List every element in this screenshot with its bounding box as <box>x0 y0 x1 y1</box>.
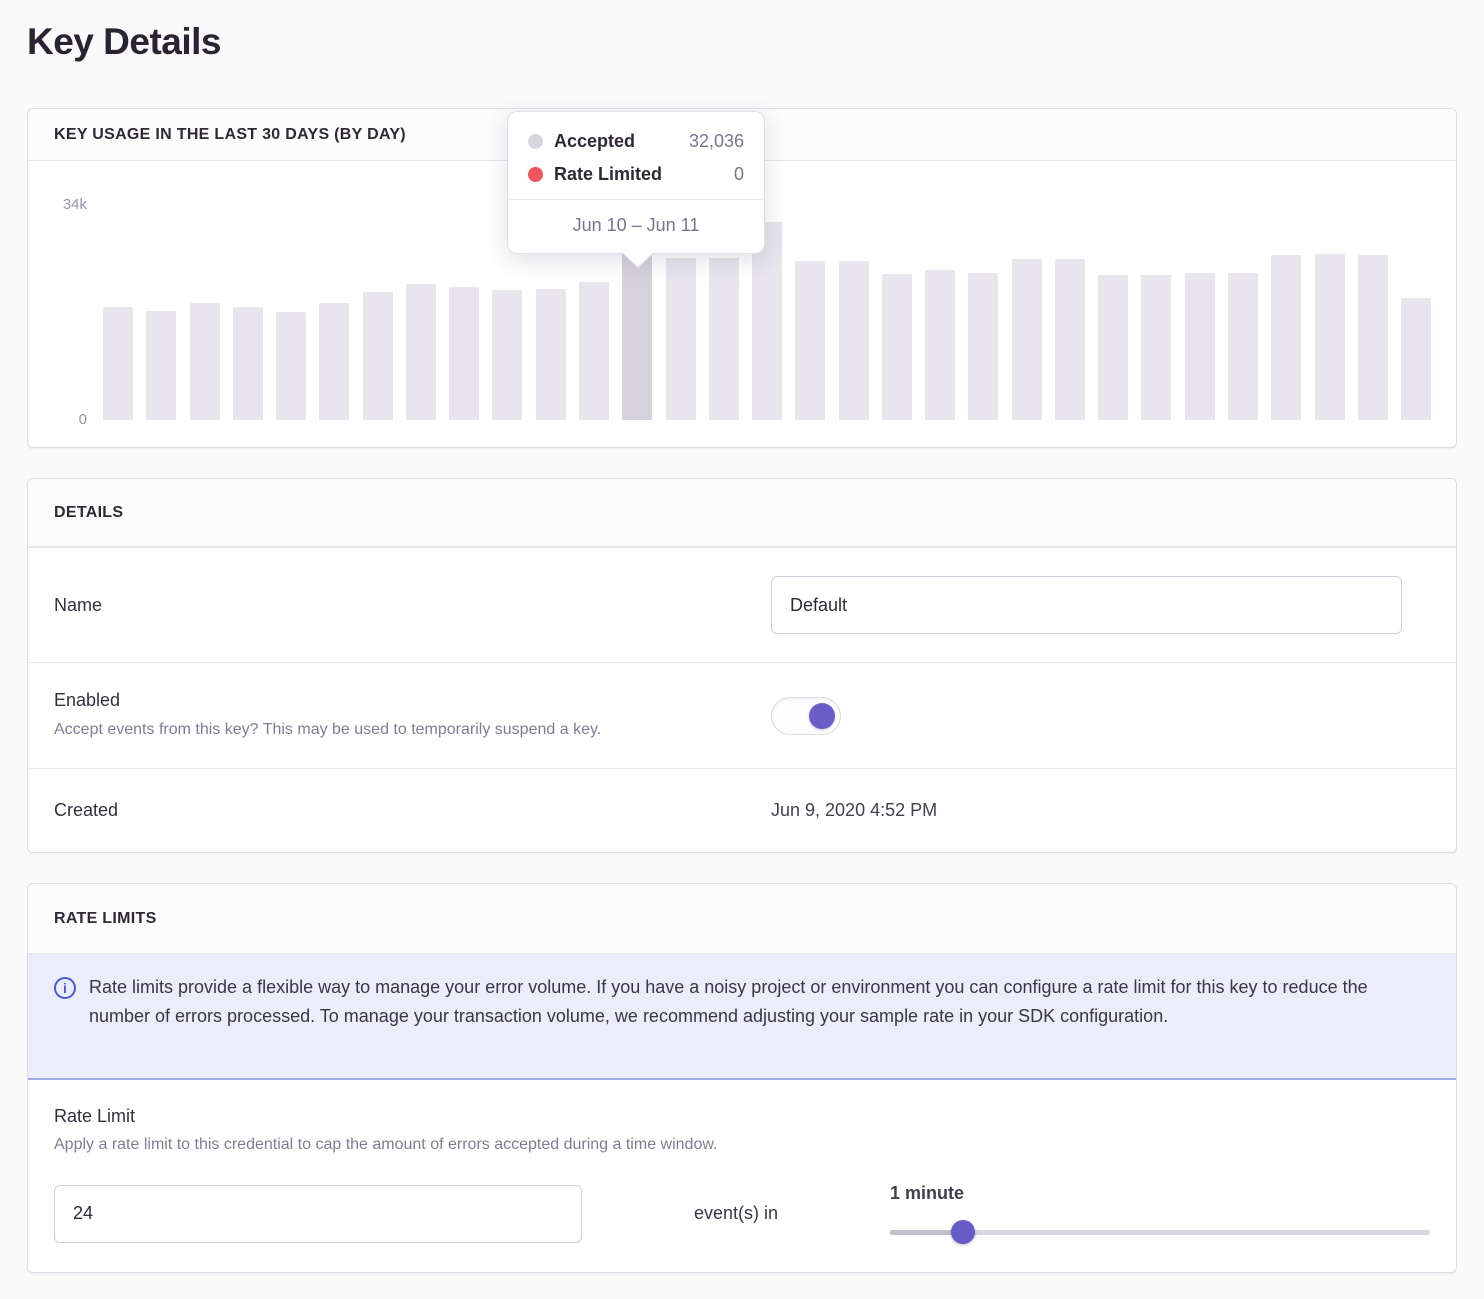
slider-knob[interactable] <box>951 1220 975 1244</box>
key-usage-panel-title: KEY USAGE IN THE LAST 30 DAYS (BY DAY) <box>54 126 406 144</box>
rate-limits-panel: RATE LIMITS i Rate limits provide a flex… <box>27 883 1457 1273</box>
chart-bar[interactable] <box>536 289 566 420</box>
enabled-help-text: Accept events from this key? This may be… <box>54 719 771 741</box>
chart-bar[interactable] <box>795 261 825 420</box>
name-control-cell <box>771 576 1430 634</box>
tooltip-accepted-value: 32,036 <box>689 131 744 152</box>
chart-bar[interactable] <box>1271 255 1301 420</box>
chart-bar[interactable] <box>666 258 696 420</box>
rate-limits-info-alert: i Rate limits provide a flexible way to … <box>28 954 1456 1080</box>
name-input[interactable] <box>771 576 1402 634</box>
details-panel-header: DETAILS <box>28 479 1456 547</box>
tooltip-row-accepted: Accepted 32,036 <box>528 125 744 158</box>
enabled-row: Enabled Accept events from this key? Thi… <box>28 662 1456 768</box>
chart-bar[interactable] <box>319 303 349 420</box>
key-details-page: Key Details KEY USAGE IN THE LAST 30 DAY… <box>0 0 1484 1299</box>
chart-bar[interactable] <box>968 273 998 420</box>
rate-limit-count-input[interactable] <box>54 1185 582 1243</box>
chart-bar[interactable] <box>882 274 912 420</box>
chart-bar[interactable] <box>406 284 436 420</box>
page-title: Key Details <box>27 20 1457 64</box>
enabled-toggle[interactable] <box>771 697 841 735</box>
rate-limit-label: Rate Limit <box>54 1106 1430 1127</box>
chart-bar[interactable] <box>1185 273 1215 420</box>
chart-bar[interactable] <box>276 312 306 420</box>
tooltip-rate-limited-value: 0 <box>734 164 744 185</box>
name-row: Name <box>28 547 1456 662</box>
enabled-label-block: Enabled Accept events from this key? Thi… <box>54 690 771 741</box>
chart-bar[interactable] <box>839 261 869 420</box>
chart-bar[interactable] <box>190 303 220 420</box>
tooltip-pointer-fill <box>622 252 654 267</box>
chart-bar[interactable] <box>1098 275 1128 420</box>
events-in-text: event(s) in <box>694 1203 778 1224</box>
y-axis-min-label: 0 <box>28 411 87 428</box>
tooltip-accepted-label: Accepted <box>554 131 635 152</box>
chart-bar[interactable] <box>103 307 133 420</box>
slider-window-label: 1 minute <box>890 1183 1430 1204</box>
name-label: Name <box>54 595 771 616</box>
tooltip-rate-limited-label: Rate Limited <box>554 164 662 185</box>
key-usage-panel: KEY USAGE IN THE LAST 30 DAYS (BY DAY) 3… <box>27 108 1457 448</box>
rate-limited-dot-icon <box>528 167 543 182</box>
rate-limit-controls: event(s) in 1 minute <box>54 1183 1430 1244</box>
y-axis-max-label: 34k <box>28 196 87 213</box>
created-row: Created Jun 9, 2020 4:52 PM <box>28 768 1456 852</box>
tooltip-rows: Accepted 32,036 Rate Limited 0 <box>508 112 764 199</box>
enabled-control-cell <box>771 697 1430 735</box>
chart-bar[interactable] <box>1141 275 1171 420</box>
toggle-knob <box>809 703 835 729</box>
chart-bar[interactable] <box>1055 259 1085 420</box>
chart-bar[interactable] <box>449 287 479 420</box>
tooltip-date-range: Jun 10 – Jun 11 <box>508 199 764 253</box>
details-panel-title: DETAILS <box>54 504 123 522</box>
accepted-dot-icon <box>528 134 543 149</box>
chart-bar[interactable] <box>1012 259 1042 420</box>
chart-bar[interactable] <box>363 292 393 420</box>
rate-limit-row: Rate Limit Apply a rate limit to this cr… <box>28 1080 1456 1272</box>
info-icon: i <box>54 977 76 999</box>
chart-bar[interactable] <box>146 311 176 420</box>
rate-limits-panel-header: RATE LIMITS <box>28 884 1456 954</box>
rate-limit-window-slider[interactable] <box>890 1220 1430 1244</box>
tooltip-row-rate-limited: Rate Limited 0 <box>528 158 744 191</box>
chart-bar[interactable] <box>1315 254 1345 420</box>
chart-bar[interactable] <box>492 290 522 420</box>
created-value: Jun 9, 2020 4:52 PM <box>771 800 1430 821</box>
chart-bar[interactable] <box>1228 273 1258 420</box>
enabled-label: Enabled <box>54 690 771 711</box>
rate-limits-panel-title: RATE LIMITS <box>54 910 157 928</box>
chart-bar[interactable] <box>579 282 609 420</box>
chart-tooltip: Accepted 32,036 Rate Limited 0 Jun 10 – … <box>507 111 765 254</box>
rate-limit-help-text: Apply a rate limit to this credential to… <box>54 1136 1430 1154</box>
chart-bar[interactable] <box>925 270 955 420</box>
chart-bar[interactable] <box>709 258 739 420</box>
details-panel: DETAILS Name Enabled Accept events from … <box>27 478 1457 853</box>
rate-limits-alert-text: Rate limits provide a flexible way to ma… <box>89 973 1430 1078</box>
chart-bar[interactable] <box>233 307 263 420</box>
chart-bar[interactable] <box>1358 255 1388 420</box>
rate-limit-window-slider-group: 1 minute <box>890 1183 1430 1244</box>
chart-bar[interactable] <box>1401 298 1431 420</box>
created-label: Created <box>54 800 771 821</box>
